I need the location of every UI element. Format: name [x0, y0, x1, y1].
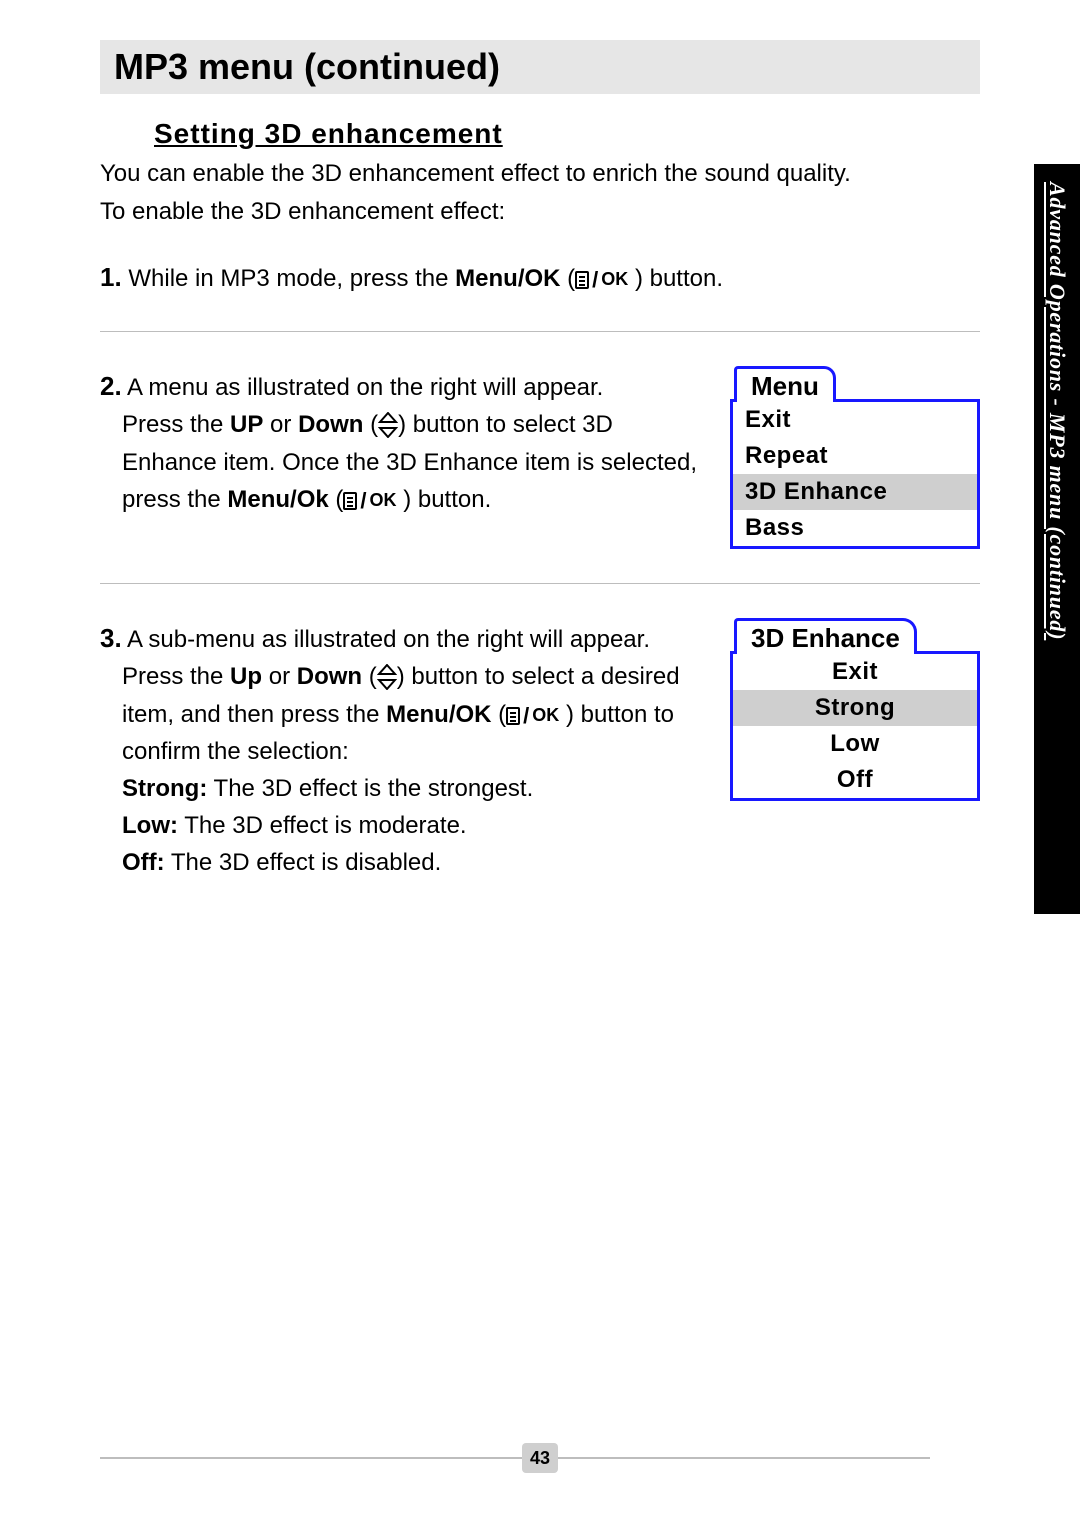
separator-1	[100, 331, 980, 332]
step-2: 2. A menu as illustrated on the right wi…	[100, 338, 980, 577]
side-chapter-label: Advanced Operations - MP3 menu (continue…	[1044, 182, 1070, 640]
footer-separator	[100, 1457, 930, 1459]
menu-pane-main: Menu ExitRepeat3D EnhanceBass	[730, 366, 980, 549]
step-2-text-b: Press the	[122, 411, 230, 438]
intro-line-1: You can enable the 3D enhancement effect…	[100, 158, 980, 190]
step-2-number: 2.	[100, 371, 122, 401]
menu-ok-icon: /OK	[343, 484, 396, 518]
menu-box-main: ExitRepeat3D EnhanceBass	[730, 399, 980, 549]
step-3-bold-up: Up	[230, 663, 262, 690]
menu-tab-main: Menu	[734, 366, 836, 402]
step-3-bold-menuok: Menu/OK	[386, 701, 491, 728]
step-3-text-b: Press the	[122, 663, 230, 690]
menu-item: Bass	[733, 510, 977, 546]
menu-pane-sub: 3D Enhance ExitStrongLowOff	[730, 618, 980, 801]
menu-item: Exit	[733, 654, 977, 690]
option-low-label: Low:	[122, 812, 178, 839]
menu-item: Exit	[733, 402, 977, 438]
step-1-bold-menuok: Menu/OK	[455, 265, 560, 292]
step-3-number: 3.	[100, 623, 122, 653]
option-off-text: The 3D effect is disabled.	[165, 849, 442, 876]
side-chapter-tab: Advanced Operations - MP3 menu (continue…	[1034, 164, 1080, 914]
step-2-open-paren: (	[363, 411, 378, 438]
option-strong-label: Strong:	[122, 775, 207, 802]
menu-item: Low	[733, 726, 977, 762]
step-3-text-c: or	[262, 663, 297, 690]
intro-line-2: To enable the 3D enhancement effect:	[100, 196, 980, 228]
menu-item: Repeat	[733, 438, 977, 474]
up-down-icon	[378, 412, 398, 438]
option-off-label: Off:	[122, 849, 165, 876]
menu-tab-sub: 3D Enhance	[734, 618, 917, 654]
step-2-bold-up: UP	[230, 411, 263, 438]
step-3-open-paren-2: (	[491, 701, 506, 728]
menu-item: Strong	[733, 690, 977, 726]
step-1-number: 1.	[100, 262, 122, 292]
up-down-icon	[377, 664, 397, 690]
step-2-open-paren-2: (	[329, 486, 344, 513]
step-1-text-a: While in MP3 mode, press the	[122, 265, 455, 292]
menu-ok-icon: /OK	[506, 699, 559, 733]
step-2-text-a: A menu as illustrated on the right will …	[122, 374, 604, 401]
step-3-open-paren: (	[362, 663, 377, 690]
menu-ok-icon: /OK	[575, 263, 628, 297]
step-1: 1. While in MP3 mode, press the Menu/OK …	[100, 229, 980, 325]
menu-box-sub: ExitStrongLowOff	[730, 651, 980, 801]
option-low-text: The 3D effect is moderate.	[178, 812, 467, 839]
section-title: Setting 3D enhancement	[154, 118, 980, 150]
menu-item: Off	[733, 762, 977, 798]
step-3-text-a: A sub-menu as illustrated on the right w…	[122, 626, 650, 653]
step-3-bold-down: Down	[297, 663, 362, 690]
step-3: 3. A sub-menu as illustrated on the righ…	[100, 590, 980, 909]
option-strong-text: The 3D effect is the strongest.	[207, 775, 533, 802]
step-1-open-paren: (	[560, 265, 575, 292]
step-1-close: ) button.	[628, 265, 723, 292]
step-2-text-c: or	[263, 411, 298, 438]
step-2-bold-menuok: Menu/Ok	[227, 486, 328, 513]
separator-2	[100, 583, 980, 584]
page-title-band: MP3 menu (continued)	[100, 40, 980, 94]
step-2-close: ) button.	[397, 486, 492, 513]
page-number: 43	[522, 1443, 558, 1473]
menu-item: 3D Enhance	[733, 474, 977, 510]
step-2-bold-down: Down	[298, 411, 363, 438]
